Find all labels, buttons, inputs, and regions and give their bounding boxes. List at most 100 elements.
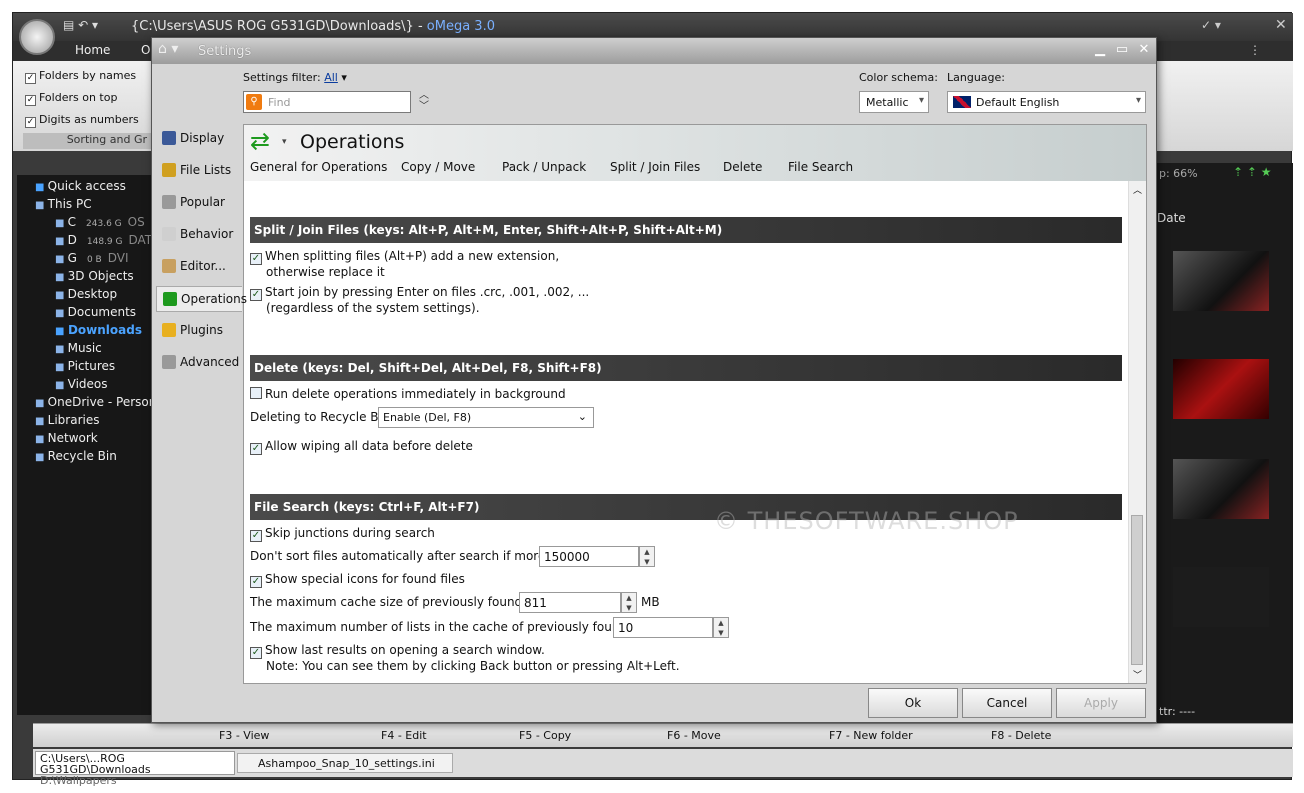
tree-item[interactable]: ■ D 148.9 G DAT xyxy=(55,233,152,247)
language-select[interactable]: Default English xyxy=(947,91,1146,113)
tree-item[interactable]: ■ Music xyxy=(55,341,102,355)
show-last-results-option[interactable]: ✓ Show last results on opening a search w… xyxy=(250,643,680,674)
nav-plugins[interactable]: Plugins xyxy=(156,318,242,344)
tree-item[interactable]: ■ Quick access xyxy=(35,179,126,193)
path-tab-active[interactable]: C:\Users\...ROG G531GD\Downloads D:\Wallp… xyxy=(35,751,235,786)
tree-item[interactable]: ■ Libraries xyxy=(35,413,99,427)
thumbnail-3[interactable] xyxy=(1173,459,1269,519)
allow-wiping-option[interactable]: ✓ Allow wiping all data before delete xyxy=(250,439,473,455)
delete-background-option[interactable]: Run delete operations immediately in bac… xyxy=(250,387,566,402)
find-input[interactable]: ⚲ Find xyxy=(243,91,411,113)
settings-filter: Settings filter: All ▾ xyxy=(243,71,347,84)
nav-operations[interactable]: Operations xyxy=(156,286,247,312)
tab-home[interactable]: Home xyxy=(75,43,110,57)
folder-icon: ■ xyxy=(55,218,68,229)
operations-header: ⇄ ▾ Operations General for Operations Co… xyxy=(244,125,1146,181)
tree-item[interactable]: ■ Pictures xyxy=(55,359,115,373)
folder-icon: ■ xyxy=(55,308,68,319)
operations-panel: ⇄ ▾ Operations General for Operations Co… xyxy=(243,124,1147,684)
tree-item[interactable]: ■ 3D Objects xyxy=(55,269,134,283)
nav-icons[interactable]: ⇡ ⇡ ★ xyxy=(1233,165,1272,179)
nav-file-lists[interactable]: File Lists xyxy=(156,158,242,184)
tree-item[interactable]: ■ Documents xyxy=(55,305,136,319)
app-menu-button[interactable] xyxy=(19,19,55,55)
file-lists-icon xyxy=(162,163,176,177)
tab-pack-unpack[interactable]: Pack / Unpack xyxy=(502,160,586,174)
more-icon[interactable]: ⋮ xyxy=(1249,43,1261,57)
tree-item[interactable]: ■ Recycle Bin xyxy=(35,449,117,463)
recycle-bin-select[interactable]: Enable (Del, F8) ⌄ xyxy=(378,407,594,428)
ok-button[interactable]: Ok xyxy=(868,688,958,718)
tree-item[interactable]: ■ Downloads xyxy=(55,323,142,337)
tab-delete[interactable]: Delete xyxy=(723,160,762,174)
thumbnail-4[interactable] xyxy=(1173,567,1269,627)
special-icons-option[interactable]: ✓ Show special icons for found files xyxy=(250,572,465,588)
dialog-maximize-icon[interactable]: ▭ xyxy=(1114,42,1130,58)
tree-item[interactable]: ■ Videos xyxy=(55,377,108,391)
nav-advanced[interactable]: Advanced xyxy=(156,350,242,376)
f7-new-folder-button[interactable]: F7 - New folder xyxy=(829,729,913,742)
dialog-close-icon[interactable]: ✕ xyxy=(1136,42,1152,58)
digits-as-numbers-checkbox[interactable]: ✓ Digits as numbers xyxy=(25,113,139,128)
tree-item[interactable]: ■ C 243.6 G OS xyxy=(55,215,145,229)
tree-item[interactable]: ■ OneDrive - Person xyxy=(35,395,156,409)
tree-item[interactable]: ■ Desktop xyxy=(55,287,117,301)
split-extension-option[interactable]: ✓ When splitting files (Alt+P) add a new … xyxy=(250,249,559,280)
f4-edit-button[interactable]: F4 - Edit xyxy=(381,729,427,742)
folders-on-top-checkbox[interactable]: ✓ Folders on top xyxy=(25,91,117,106)
split-join-section-header: Split / Join Files (keys: Alt+P, Alt+M, … xyxy=(250,217,1122,243)
path-tab-ini[interactable]: Ashampoo_Snap_10_settings.ini xyxy=(237,753,453,773)
cancel-button[interactable]: Cancel xyxy=(962,688,1052,718)
folders-by-names-checkbox[interactable]: ✓ Folders by names xyxy=(25,69,136,84)
f8-delete-button[interactable]: F8 - Delete xyxy=(991,729,1051,742)
popular-icon xyxy=(162,195,176,209)
folder-icon: ■ xyxy=(55,344,68,355)
tree-item[interactable]: ■ G0 B DVI xyxy=(55,251,129,265)
quick-access-toolbar[interactable]: ▤ ↶ ▾ xyxy=(63,18,98,32)
tree-item[interactable]: ■ Network xyxy=(35,431,98,445)
folder-icon: ■ xyxy=(55,362,68,373)
nav-editor[interactable]: Editor... xyxy=(156,254,242,280)
search-icon: ⚲ xyxy=(246,94,262,110)
tree-item[interactable]: ■ This PC xyxy=(35,197,92,211)
f5-copy-button[interactable]: F5 - Copy xyxy=(519,729,571,742)
folder-icon: ■ xyxy=(35,398,48,409)
cache-size-stepper[interactable]: ▲ ▼ xyxy=(621,592,637,613)
date-column-header[interactable]: Date xyxy=(1157,211,1186,225)
skip-junctions-option[interactable]: ✓ Skip junctions during search xyxy=(250,526,435,542)
delete-section-header: Delete (keys: Del, Shift+Del, Alt+Del, F… xyxy=(250,355,1122,381)
tab-copy-move[interactable]: Copy / Move xyxy=(401,160,475,174)
dialog-titlebar: ⌂ ▾ Settings ▁ ▭ ✕ xyxy=(152,38,1156,64)
cache-lists-stepper[interactable]: ▲ ▼ xyxy=(713,617,729,638)
f6-move-button[interactable]: F6 - Move xyxy=(667,729,721,742)
nav-popular[interactable]: Popular xyxy=(156,190,242,216)
nav-behavior[interactable]: Behavior xyxy=(156,222,242,248)
find-nav-icon[interactable]: ︿ ﹀ xyxy=(419,90,429,112)
start-join-option[interactable]: ✓ Start join by pressing Enter on files .… xyxy=(250,285,589,316)
f3-view-button[interactable]: F3 - View xyxy=(219,729,269,742)
tab-o[interactable]: O xyxy=(141,43,150,57)
dialog-title: Settings xyxy=(198,44,252,59)
scrollbar-thumb[interactable] xyxy=(1131,515,1143,665)
filter-value[interactable]: All xyxy=(324,71,338,84)
sort-threshold-stepper[interactable]: ▲ ▼ xyxy=(639,546,655,567)
color-schema-select[interactable]: Metallic xyxy=(859,91,929,113)
cache-lists-input[interactable]: 10 xyxy=(613,617,713,638)
tab-general[interactable]: General for Operations xyxy=(250,160,387,174)
sort-threshold-input[interactable]: 150000 xyxy=(539,546,639,567)
nav-display[interactable]: Display xyxy=(156,126,242,152)
close-icon[interactable]: ✕ xyxy=(1275,17,1287,33)
tab-split-join[interactable]: Split / Join Files xyxy=(610,160,700,174)
minimize-icon[interactable]: ✓ ▾ xyxy=(1201,18,1221,32)
apply-button[interactable]: Apply xyxy=(1056,688,1146,718)
thumbnail-2[interactable] xyxy=(1173,359,1269,419)
color-schema-label: Color schema: xyxy=(859,71,938,84)
tab-file-search[interactable]: File Search xyxy=(788,160,853,174)
cache-size-input[interactable]: 811 xyxy=(519,592,621,613)
recycle-bin-label: Deleting to Recycle Bin: xyxy=(250,410,394,424)
dialog-minimize-icon[interactable]: ▁ xyxy=(1092,42,1108,58)
thumbnail-1[interactable] xyxy=(1173,251,1269,311)
folder-icon: ■ xyxy=(35,434,48,445)
attr-label: ttr: ---- xyxy=(1159,705,1196,718)
path-tabs: C:\Users\...ROG G531GD\Downloads D:\Wallp… xyxy=(33,749,1293,786)
